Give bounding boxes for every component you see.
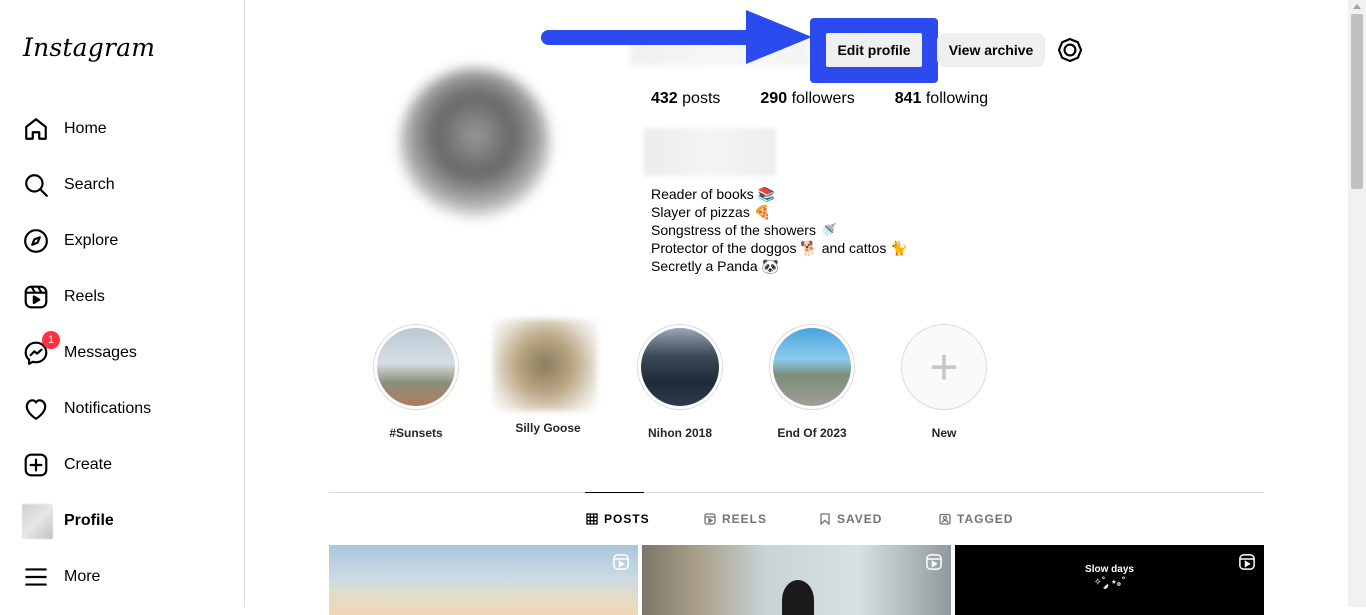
reels-icon bbox=[22, 283, 50, 311]
bio-line: Secretly a Panda 🐼 bbox=[651, 258, 779, 274]
sidebar-item-more[interactable]: More bbox=[22, 557, 222, 597]
sidebar-item-label: Home bbox=[64, 120, 107, 137]
followers-stat[interactable]: 290 followers bbox=[760, 90, 854, 108]
tab-label: POSTS bbox=[604, 512, 650, 526]
menu-icon bbox=[22, 563, 50, 591]
followers-label: followers bbox=[791, 90, 855, 107]
tab-tagged[interactable]: TAGGED bbox=[939, 512, 1013, 526]
posts-label: posts bbox=[682, 90, 721, 107]
posts-count: 432 bbox=[651, 90, 678, 107]
reel-indicator-icon bbox=[926, 554, 942, 570]
posts-stat: 432 posts bbox=[651, 90, 720, 108]
story-highlight[interactable]: Nihon 2018 bbox=[635, 324, 725, 440]
tab-label: REELS bbox=[722, 512, 768, 526]
highlight-label: Nihon 2018 bbox=[647, 426, 713, 440]
sidebar-item-label: Profile bbox=[64, 512, 114, 529]
following-label: following bbox=[925, 90, 989, 107]
tab-label: SAVED bbox=[837, 512, 883, 526]
annotation-arrow-head bbox=[746, 10, 812, 64]
profile-picture[interactable] bbox=[400, 68, 550, 218]
following-count: 841 bbox=[894, 90, 922, 107]
highlight-cover bbox=[377, 328, 455, 406]
scrollbar-thumb[interactable] bbox=[1351, 14, 1363, 189]
notification-badge: 1 bbox=[42, 331, 60, 349]
sidebar-item-notifications[interactable]: Notifications bbox=[22, 389, 222, 429]
instagram-logo[interactable]: Instagram bbox=[23, 33, 155, 62]
search-icon bbox=[22, 171, 50, 199]
heart-icon bbox=[22, 395, 50, 423]
post-thumbnail[interactable]: Slow days ✧˚ ༘ ⋆｡˚ bbox=[955, 545, 1264, 615]
post-caption-overlay: Slow days ✧˚ ༘ ⋆｡˚ bbox=[955, 563, 1264, 589]
tab-saved[interactable]: SAVED bbox=[819, 512, 882, 526]
plus-icon: + bbox=[929, 339, 959, 395]
profile-stats: 432 posts 290 followers 841 following bbox=[651, 90, 1028, 108]
tabs-divider bbox=[329, 492, 1264, 493]
bio-line: Reader of books 📚 bbox=[651, 186, 776, 202]
highlight-cover bbox=[641, 328, 719, 406]
sidebar-item-search[interactable]: Search bbox=[22, 165, 222, 205]
full-name-redacted bbox=[644, 128, 776, 176]
new-highlight-button[interactable]: + New bbox=[899, 324, 989, 440]
sidebar-item-label: Messages bbox=[64, 344, 137, 361]
settings-gear-icon[interactable] bbox=[1057, 37, 1083, 63]
annotation-arrow-shaft bbox=[541, 30, 756, 45]
following-stat[interactable]: 841 following bbox=[895, 90, 988, 108]
active-tab-indicator bbox=[585, 492, 644, 493]
highlight-label: #Sunsets bbox=[389, 426, 443, 440]
tab-posts[interactable]: POSTS bbox=[586, 512, 650, 526]
view-archive-button[interactable]: View archive bbox=[937, 33, 1045, 67]
highlight-cover bbox=[493, 319, 597, 411]
caption-line: Slow days bbox=[1085, 564, 1134, 575]
sidebar-item-label: Create bbox=[64, 456, 113, 473]
sidebar-item-label: Notifications bbox=[64, 400, 152, 417]
highlight-label: Silly Goose bbox=[515, 421, 581, 435]
reels-icon bbox=[704, 513, 716, 525]
tab-reels[interactable]: REELS bbox=[704, 512, 767, 526]
profile-bio: Reader of books 📚 Slayer of pizzas 🍕 Son… bbox=[651, 185, 908, 275]
bio-line: Protector of the doggos 🐕 and cattos 🐈 bbox=[651, 240, 908, 256]
followers-count: 290 bbox=[760, 90, 788, 107]
sidebar-item-explore[interactable]: Explore bbox=[22, 221, 222, 261]
highlight-cover bbox=[773, 328, 851, 406]
caption-line: ✧˚ ༘ ⋆｡˚ bbox=[1093, 577, 1126, 588]
post-thumbnail[interactable] bbox=[642, 545, 951, 615]
sidebar-item-label: Search bbox=[64, 176, 115, 193]
scroll-up-arrow-icon[interactable] bbox=[1353, 4, 1361, 9]
person-silhouette bbox=[782, 580, 814, 615]
sidebar-item-profile[interactable]: Profile bbox=[22, 501, 222, 541]
sidebar-item-label: Explore bbox=[64, 232, 119, 249]
highlight-label: End Of 2023 bbox=[777, 426, 847, 440]
sidebar-item-reels[interactable]: Reels bbox=[22, 277, 222, 317]
messenger-icon: 1 bbox=[22, 331, 60, 367]
sidebar-item-label: More bbox=[64, 568, 101, 585]
sidebar-item-messages[interactable]: 1 Messages bbox=[22, 331, 222, 373]
tab-label: TAGGED bbox=[957, 512, 1014, 526]
reel-indicator-icon bbox=[1239, 554, 1255, 570]
bio-line: Songstress of the showers 🚿 bbox=[651, 222, 838, 238]
highlight-label: New bbox=[931, 426, 957, 440]
story-highlight[interactable]: #Sunsets bbox=[371, 324, 461, 440]
sidebar-item-create[interactable]: Create bbox=[22, 445, 222, 485]
bookmark-icon bbox=[820, 513, 830, 525]
grid-icon bbox=[586, 513, 598, 525]
avatar bbox=[22, 503, 53, 539]
reel-indicator-icon bbox=[613, 554, 629, 570]
sidebar-item-home[interactable]: Home bbox=[22, 109, 222, 149]
compass-icon bbox=[22, 227, 50, 255]
sidebar: Instagram Home Search Explore Reels 1 Me… bbox=[0, 0, 245, 607]
home-icon bbox=[22, 115, 50, 143]
edit-profile-button[interactable]: Edit profile bbox=[826, 33, 922, 67]
story-highlight[interactable]: End Of 2023 bbox=[767, 324, 857, 440]
sidebar-item-label: Reels bbox=[64, 288, 105, 305]
plus-square-icon bbox=[22, 451, 50, 479]
page-scrollbar[interactable] bbox=[1348, 0, 1366, 607]
post-thumbnail[interactable] bbox=[329, 545, 638, 615]
story-highlight[interactable]: Silly Goose bbox=[493, 319, 597, 435]
tagged-user-icon bbox=[939, 513, 951, 525]
bio-line: Slayer of pizzas 🍕 bbox=[651, 204, 772, 220]
